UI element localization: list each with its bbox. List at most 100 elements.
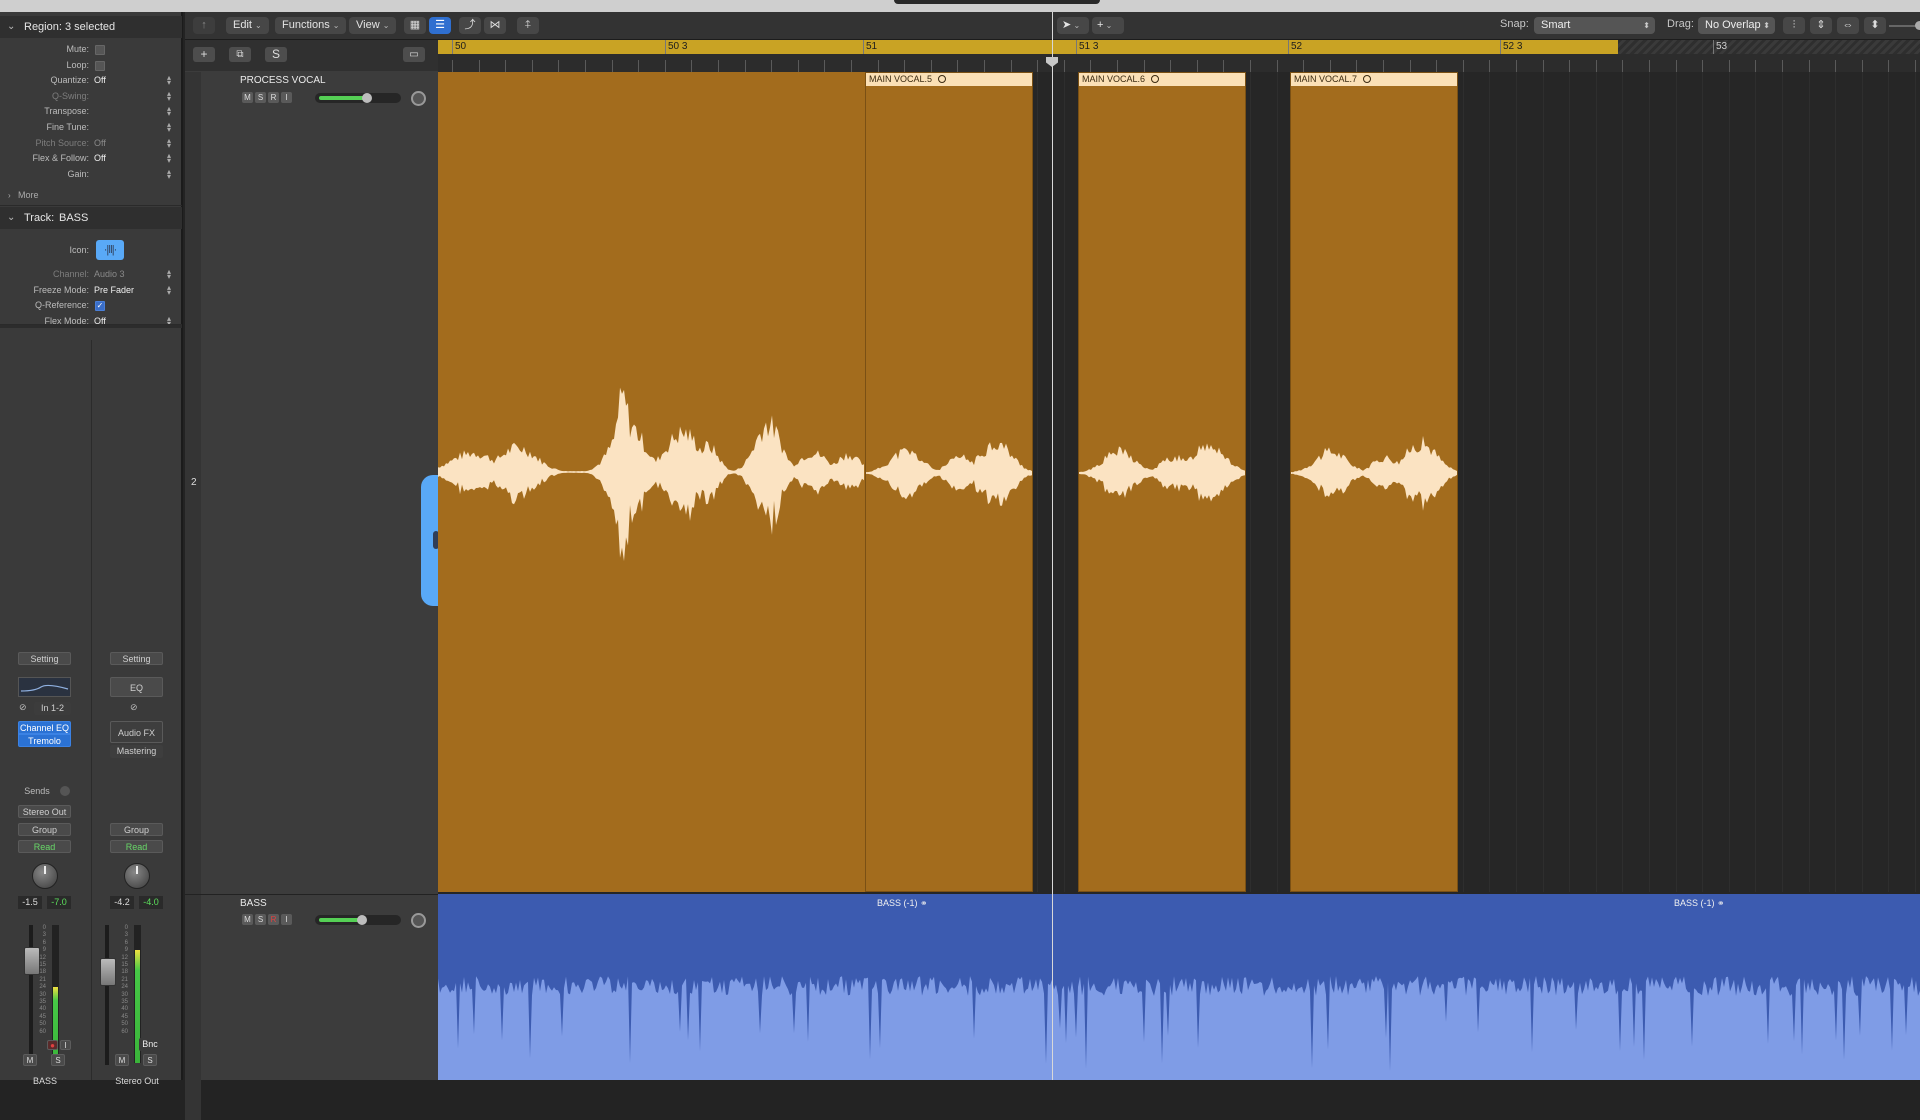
- track-solo-button[interactable]: S: [255, 914, 266, 925]
- pan-knob[interactable]: [124, 863, 150, 889]
- catch-icon[interactable]: ⍏: [517, 17, 539, 34]
- output-slot[interactable]: Stereo Out: [18, 805, 71, 818]
- insert-tremolo[interactable]: Tremolo: [18, 734, 71, 747]
- back-arrow-icon[interactable]: ↑: [193, 17, 215, 34]
- automation-mode[interactable]: Read: [18, 840, 71, 853]
- flex-icon[interactable]: ⋈: [484, 17, 506, 34]
- region-inspector-header[interactable]: ⌄ Region: 3 selected: [0, 16, 182, 38]
- track-icon-picker[interactable]: ·|‖|·: [96, 240, 124, 260]
- eq-thumbnail[interactable]: [18, 677, 71, 697]
- track-volume-slider[interactable]: [315, 93, 401, 103]
- param-row[interactable]: Transpose: ▴ ▾: [0, 104, 182, 119]
- stepper-icon[interactable]: ▴▾: [167, 136, 171, 149]
- link-icon[interactable]: ⊘: [130, 702, 138, 713]
- solo-button[interactable]: S: [51, 1054, 65, 1066]
- param-row[interactable]: Freeze Mode: Pre Fader ▴ ▾: [0, 283, 182, 298]
- mastering-slot[interactable]: Mastering: [110, 745, 163, 758]
- eq-slot[interactable]: EQ: [110, 677, 163, 697]
- param-row[interactable]: Quantize: Off ▴ ▾: [0, 73, 182, 88]
- track-solo-button[interactable]: S: [255, 92, 266, 103]
- waveform-zoom-icon[interactable]: ⫶: [1783, 17, 1805, 34]
- global-solo-button[interactable]: S: [265, 47, 287, 62]
- stepper-icon[interactable]: ▴▾: [167, 268, 171, 281]
- track-pan-knob[interactable]: [411, 913, 426, 928]
- checkbox[interactable]: [95, 45, 105, 55]
- param-row[interactable]: Channel: Audio 3 ▴ ▾: [0, 267, 182, 282]
- group-slot[interactable]: Group: [110, 823, 163, 836]
- stepper-icon[interactable]: ▴▾: [167, 167, 171, 180]
- group-slot[interactable]: Group: [18, 823, 71, 836]
- stepper-icon[interactable]: ▴▾: [167, 121, 171, 134]
- track-pan-knob[interactable]: [411, 91, 426, 106]
- region-main-vocal-5[interactable]: MAIN VOCAL.5: [865, 72, 1033, 892]
- input-monitor-button[interactable]: I: [60, 1040, 71, 1050]
- global-tracks-icon[interactable]: ▭: [403, 47, 425, 62]
- track-input-button[interactable]: I: [281, 92, 292, 103]
- stepper-icon[interactable]: ▴▾: [167, 105, 171, 118]
- checkbox[interactable]: ✓: [95, 301, 105, 312]
- param-row[interactable]: Pitch Source: Off ▴ ▾: [0, 136, 182, 151]
- track-record-button[interactable]: R: [268, 92, 279, 103]
- cycle-region[interactable]: [438, 40, 1618, 54]
- volume-fader-track[interactable]: [105, 925, 109, 1065]
- grid-view-icon[interactable]: ▦: [404, 17, 426, 34]
- pan-knob[interactable]: [32, 863, 58, 889]
- bounce-button[interactable]: Bnc: [139, 1038, 161, 1051]
- track-inspector-header[interactable]: ⌄ Track: BASS: [0, 207, 182, 229]
- bass-region[interactable]: BASS (-1) ⚭ BASS (-1) ⚭: [438, 894, 1920, 1080]
- param-row[interactable]: Flex & Follow: Off ▴ ▾: [0, 151, 182, 166]
- stepper-icon[interactable]: ▴▾: [167, 152, 171, 165]
- edit-menu[interactable]: Edit ⌄: [226, 17, 269, 34]
- region-main-vocal-6[interactable]: MAIN VOCAL.6: [1078, 72, 1246, 892]
- pointer-tool[interactable]: ➤ ⌄: [1057, 17, 1089, 34]
- insert-channel-eq[interactable]: Channel EQ: [18, 721, 71, 734]
- checkbox[interactable]: [95, 60, 105, 71]
- input-slot[interactable]: In 1-2: [34, 702, 71, 715]
- param-row[interactable]: Mute:: [0, 42, 182, 57]
- param-row[interactable]: Gain: ▴ ▾: [0, 167, 182, 182]
- track-name-bass[interactable]: BASS: [240, 898, 267, 909]
- setting-button[interactable]: Setting: [110, 652, 163, 665]
- vertical-zoom-icon[interactable]: ⇕: [1810, 17, 1832, 34]
- playhead[interactable]: [1052, 12, 1053, 1080]
- volume-fader[interactable]: [100, 958, 116, 986]
- send-knob[interactable]: [60, 786, 70, 796]
- track-record-button[interactable]: R: [268, 914, 279, 925]
- track-name-process-vocal[interactable]: PROCESS VOCAL: [240, 75, 326, 86]
- more-disclosure[interactable]: › More: [0, 188, 182, 203]
- list-view-icon[interactable]: ☰: [429, 17, 451, 34]
- param-row[interactable]: Fine Tune: ▴ ▾: [0, 120, 182, 135]
- stepper-icon[interactable]: ▴▾: [167, 89, 171, 102]
- track-mute-button[interactable]: M: [242, 914, 253, 925]
- drag-select[interactable]: No Overlap ⬍: [1698, 17, 1775, 34]
- functions-menu[interactable]: Functions ⌄: [275, 17, 347, 34]
- horizontal-zoom-icon[interactable]: ⇔: [1837, 17, 1859, 34]
- track-volume-slider[interactable]: [315, 915, 401, 925]
- volume-fader-track[interactable]: [29, 925, 33, 1065]
- track-mute-button[interactable]: M: [242, 92, 253, 103]
- arrange-area[interactable]: MAIN VOCAL.5 MAIN VOCAL.6 MAIN VOCAL.7 B…: [438, 72, 1920, 1080]
- param-row[interactable]: Loop:: [0, 58, 182, 73]
- param-row[interactable]: Q-Swing: ▴ ▾: [0, 89, 182, 104]
- setting-button[interactable]: Setting: [18, 652, 71, 665]
- add-track-button[interactable]: +: [193, 47, 215, 62]
- snap-select[interactable]: Smart ⬍: [1534, 17, 1655, 34]
- timeline-ruler[interactable]: 50 50 3 51 51 3 52 52 3 53: [438, 40, 1920, 72]
- automation-mode[interactable]: Read: [110, 840, 163, 853]
- zoom-slider[interactable]: [1889, 21, 1920, 30]
- stepper-icon[interactable]: ▴▾: [167, 283, 171, 296]
- solo-button[interactable]: S: [143, 1054, 157, 1066]
- duplicate-track-button[interactable]: ⧉: [229, 47, 251, 62]
- mute-button[interactable]: M: [115, 1054, 129, 1066]
- stepper-icon[interactable]: ▴▾: [167, 74, 171, 87]
- audio-fx-slot[interactable]: Audio FX: [110, 721, 163, 743]
- secondary-tool[interactable]: + ⌄: [1092, 17, 1124, 34]
- link-icon[interactable]: ⊘: [19, 702, 27, 713]
- param-row[interactable]: Q-Reference: ✓: [0, 298, 182, 313]
- vocal-region-main[interactable]: [438, 72, 865, 892]
- mute-button[interactable]: M: [23, 1054, 37, 1066]
- automation-icon[interactable]: ⤴: [459, 17, 481, 34]
- view-menu[interactable]: View ⌄: [349, 17, 397, 34]
- record-enable-button[interactable]: ●: [47, 1040, 58, 1050]
- region-main-vocal-7[interactable]: MAIN VOCAL.7: [1290, 72, 1458, 892]
